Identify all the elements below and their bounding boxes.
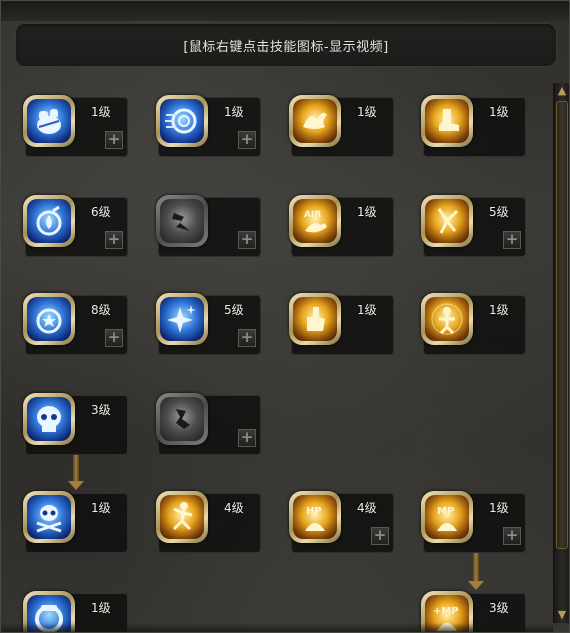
level-up-button[interactable]: + xyxy=(238,429,256,447)
skill-level: 4级 xyxy=(357,501,377,515)
skill-level: 5级 xyxy=(224,303,244,317)
icon-frame xyxy=(23,393,75,445)
skill-slot[interactable]: 1级 + xyxy=(156,95,261,157)
skill-slot[interactable]: 1级 xyxy=(421,293,526,355)
scroll-down-arrow-icon[interactable]: ▼ xyxy=(554,607,569,623)
skill-tree-panel: [鼠标右键点击技能图标-显示视频] 1级 + 1级 + 1级 1级 6级 + +… xyxy=(0,0,570,633)
icon-frame: HP xyxy=(289,491,341,543)
skill-slot[interactable]: MP 1级 + xyxy=(421,491,526,553)
skill-level: 3级 xyxy=(489,601,509,615)
icon-frame xyxy=(421,95,473,147)
skill-level: 1级 xyxy=(357,105,377,119)
skill-slot-locked[interactable]: + xyxy=(156,393,261,455)
flying-kick-icon xyxy=(437,208,459,234)
skill-level: 1级 xyxy=(91,601,111,615)
level-up-button[interactable]: + xyxy=(238,329,256,347)
air-combo-icon: AIR xyxy=(304,210,327,233)
skull-icon xyxy=(37,406,61,432)
skill-level: 1级 xyxy=(489,105,509,119)
skill-slot[interactable]: 1级 xyxy=(23,491,128,553)
skill-slot[interactable]: 1级 + xyxy=(23,95,128,157)
skill-slot[interactable]: 8级 + xyxy=(23,293,128,355)
skill-slot[interactable]: 1级 xyxy=(289,293,394,355)
skill-level: 1级 xyxy=(91,105,111,119)
header-bar: [鼠标右键点击技能图标-显示视频] xyxy=(15,23,557,67)
level-up-button[interactable]: + xyxy=(503,527,521,545)
boot-kick-icon xyxy=(439,109,459,131)
icon-frame xyxy=(23,491,75,543)
level-up-button[interactable]: + xyxy=(503,231,521,249)
icon-frame xyxy=(23,195,75,247)
icon-frame xyxy=(23,95,75,147)
skill-level: 1级 xyxy=(224,105,244,119)
level-up-button[interactable]: + xyxy=(238,231,256,249)
icon-frame xyxy=(156,95,208,147)
icon-frame: MP xyxy=(421,491,473,543)
locked-stance-icon xyxy=(176,409,190,429)
vertical-scrollbar[interactable]: ▲ ▼ xyxy=(553,83,569,623)
icon-frame xyxy=(421,195,473,247)
spiral-vortex-icon xyxy=(165,108,197,134)
skill-slot[interactable]: 1级 xyxy=(289,95,394,157)
skill-link-line xyxy=(73,453,79,483)
skill-level: 5级 xyxy=(489,205,509,219)
level-up-button[interactable]: + xyxy=(105,329,123,347)
star-fist-icon xyxy=(36,308,62,334)
icon-frame xyxy=(156,293,208,345)
skill-level: 1级 xyxy=(489,303,509,317)
skill-level: 8级 xyxy=(91,303,111,317)
skill-slot[interactable]: 5级 + xyxy=(156,293,261,355)
skill-level: 3级 xyxy=(91,403,111,417)
bottom-shadow xyxy=(1,623,553,632)
skill-level: 1级 xyxy=(489,501,509,515)
scroll-thumb[interactable] xyxy=(556,101,568,549)
skill-link-line xyxy=(473,553,479,583)
punch-gauntlet-icon xyxy=(37,109,61,134)
skill-link-arrow xyxy=(68,481,84,490)
level-up-button[interactable]: + xyxy=(105,131,123,149)
skill-level: 6级 xyxy=(91,205,111,219)
skill-slot[interactable]: 1级 xyxy=(421,95,526,157)
icon-frame xyxy=(156,491,208,543)
locked-dash-icon xyxy=(172,213,190,231)
skill-level: 1级 xyxy=(91,501,111,515)
mp-boost-icon: MP xyxy=(437,506,457,531)
skill-slot[interactable]: AIR 1级 xyxy=(289,195,394,257)
icon-frame xyxy=(421,293,473,345)
level-up-button[interactable]: + xyxy=(238,131,256,149)
window-top-frame xyxy=(1,1,569,21)
mp-label: MP xyxy=(437,506,454,517)
hp-boost-icon: HP xyxy=(305,506,325,531)
skill-slot[interactable]: 4级 xyxy=(156,491,261,553)
level-up-button[interactable]: + xyxy=(371,527,389,545)
skill-slot[interactable]: 3级 xyxy=(23,393,128,455)
glowing-figure-icon xyxy=(431,303,463,335)
mp-plus-label: +MP xyxy=(433,606,459,617)
skill-slot[interactable]: 6级 + xyxy=(23,195,128,257)
skill-slot-locked[interactable]: + xyxy=(156,195,261,257)
icon-frame xyxy=(156,393,208,445)
scroll-up-arrow-icon[interactable]: ▲ xyxy=(554,83,569,99)
air-label: AIR xyxy=(304,210,321,220)
skill-level: 1级 xyxy=(357,205,377,219)
level-up-button[interactable]: + xyxy=(105,231,123,249)
thumbs-up-icon xyxy=(307,307,325,331)
icon-frame xyxy=(23,293,75,345)
icon-frame xyxy=(289,95,341,147)
flame-fist-icon xyxy=(36,205,62,236)
dancing-figure-icon xyxy=(172,502,193,531)
skull-crossbones-icon xyxy=(36,505,62,533)
icon-frame xyxy=(156,195,208,247)
skill-slot[interactable]: 5级 + xyxy=(421,195,526,257)
icon-frame: AIR xyxy=(289,195,341,247)
hp-label: HP xyxy=(306,506,322,517)
icon-frame xyxy=(289,293,341,345)
sparkle-stars-icon xyxy=(167,305,196,333)
phoenix-strike-icon xyxy=(303,112,327,129)
skill-link-arrow xyxy=(468,581,484,590)
skill-level: 4级 xyxy=(224,501,244,515)
skill-slot[interactable]: HP 4级 + xyxy=(289,491,394,553)
skill-level: 1级 xyxy=(357,303,377,317)
header-hint-text: [鼠标右键点击技能图标-显示视频] xyxy=(183,39,389,55)
